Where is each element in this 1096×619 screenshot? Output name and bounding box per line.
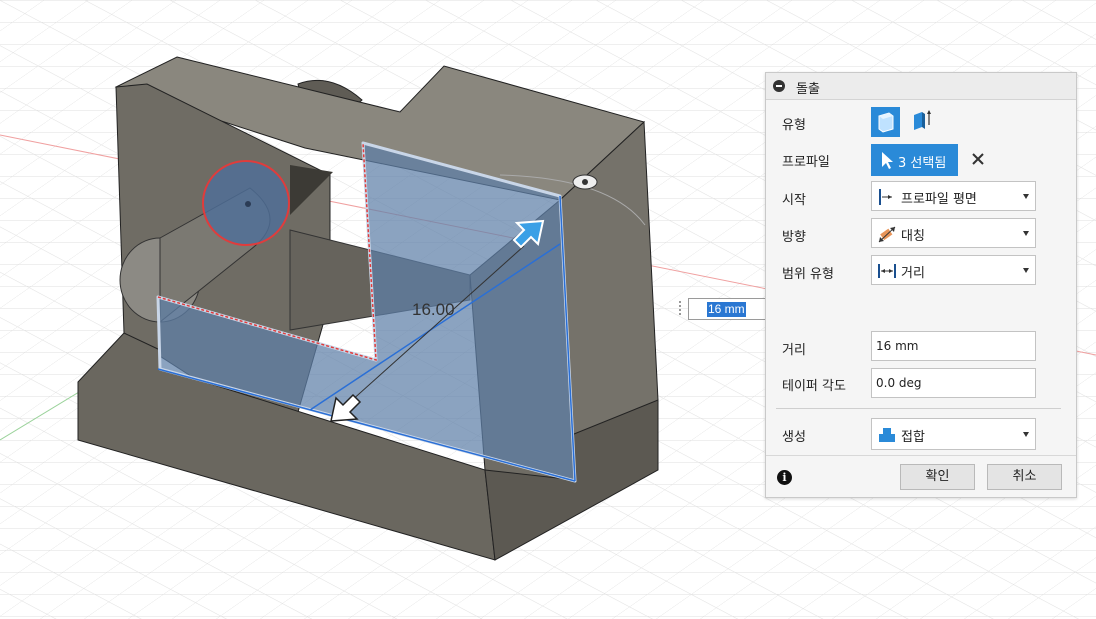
inline-distance-value[interactable]: 16 mm bbox=[707, 302, 746, 317]
footer-divider bbox=[766, 455, 1076, 456]
start-value: 프로파일 평면 bbox=[901, 192, 977, 207]
taper-angle-input[interactable]: 0.0 deg bbox=[871, 368, 1036, 398]
dimension-value-label: 16.00 bbox=[412, 300, 455, 319]
direction-value: 대칭 bbox=[901, 229, 925, 244]
extent-type-dropdown[interactable]: 거리 bbox=[871, 255, 1036, 285]
chevron-down-icon bbox=[1023, 231, 1029, 236]
distance-label: 거리 bbox=[782, 343, 806, 358]
extent-type-label: 범위 유형 bbox=[782, 267, 834, 282]
extent-type-value: 거리 bbox=[901, 266, 925, 281]
ok-button[interactable]: 확인 bbox=[900, 464, 975, 490]
solid-body-icon bbox=[878, 112, 894, 133]
join-icon bbox=[879, 428, 895, 442]
direction-label: 방향 bbox=[782, 230, 806, 245]
symmetric-direction-icon bbox=[878, 226, 896, 243]
section-divider bbox=[776, 408, 1061, 409]
distance-extent-icon bbox=[878, 264, 896, 278]
inline-input-grip-icon[interactable] bbox=[676, 298, 684, 320]
extrude-dialog: 돌출 유형 프로파일 3 선택됨 시작 프로파일 평면 방향 대칭 범위 유형 … bbox=[765, 72, 1077, 498]
operation-label: 생성 bbox=[782, 430, 806, 445]
info-icon[interactable]: i bbox=[777, 470, 792, 485]
dialog-header[interactable]: 돌출 bbox=[766, 73, 1076, 100]
operation-dropdown[interactable]: 접합 bbox=[871, 418, 1036, 450]
taper-angle-value[interactable]: 0.0 deg bbox=[876, 376, 922, 390]
dialog-title: 돌출 bbox=[796, 82, 820, 97]
cancel-button[interactable]: 취소 bbox=[987, 464, 1062, 490]
chevron-down-icon bbox=[1023, 194, 1029, 199]
collapse-icon[interactable] bbox=[773, 80, 785, 92]
distance-input[interactable]: 16 mm bbox=[871, 331, 1036, 361]
type-thin-button[interactable] bbox=[908, 107, 935, 134]
clear-selection-icon[interactable] bbox=[970, 151, 986, 167]
chevron-down-icon bbox=[1023, 268, 1029, 273]
type-label: 유형 bbox=[782, 118, 806, 133]
start-label: 시작 bbox=[782, 193, 806, 208]
taper-angle-label: 테이퍼 각도 bbox=[782, 379, 846, 394]
profile-plane-icon bbox=[879, 189, 892, 205]
circle-center-point bbox=[245, 201, 251, 207]
profile-label: 프로파일 bbox=[782, 155, 830, 170]
type-solid-button[interactable] bbox=[871, 107, 900, 137]
chevron-down-icon bbox=[1023, 432, 1029, 437]
profile-selection-button[interactable]: 3 선택됨 bbox=[871, 144, 958, 176]
inline-distance-input[interactable]: 16 mm bbox=[688, 298, 770, 320]
distance-input-value[interactable]: 16 mm bbox=[876, 339, 918, 353]
start-dropdown[interactable]: 프로파일 평면 bbox=[871, 181, 1036, 211]
cursor-arrow-icon bbox=[882, 152, 893, 169]
direction-dropdown[interactable]: 대칭 bbox=[871, 218, 1036, 248]
thin-extrude-icon bbox=[914, 110, 931, 130]
profile-selection-count: 3 선택됨 bbox=[898, 156, 947, 171]
operation-value: 접합 bbox=[901, 430, 925, 445]
